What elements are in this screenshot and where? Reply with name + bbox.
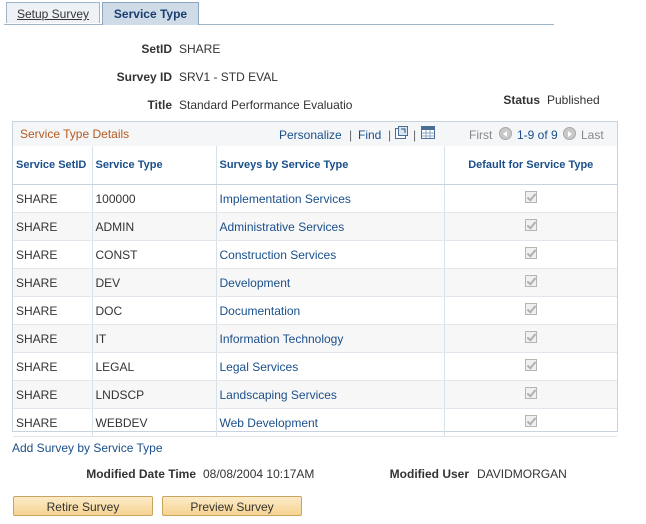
cell-service-type: DEV [92,268,217,297]
view-all-icon[interactable] [395,126,408,139]
tab-setup-survey-label: Setup Survey [16,7,90,21]
default-checkbox [524,275,537,287]
cell-service-type: ADMIN [92,212,217,241]
title-label: Title [147,98,172,112]
service-type-grid: Service Type Details Personalize | Find … [12,121,618,437]
table-row: SHARE LEGAL Legal Services [13,352,617,381]
setid-value: SHARE [179,42,221,56]
find-link[interactable]: Find [358,128,381,142]
default-checkbox [524,415,537,427]
cell-setid: SHARE [13,268,93,297]
survey-link[interactable]: Web Development [220,416,319,430]
survey-link[interactable]: Landscaping Services [220,388,337,402]
cell-service-type: 100000 [92,184,217,213]
previous-row-icon[interactable] [499,127,512,140]
add-survey-by-service-type-link[interactable]: Add Survey by Service Type [12,441,163,455]
status-value: Published [547,93,600,107]
table-header-row: Service SetID Service Type Surveys by Se… [13,146,617,185]
col-default-for-service-type[interactable]: Default for Service Type [444,146,617,185]
survey-link[interactable]: Legal Services [220,360,299,374]
modified-date-label: Modified Date Time [86,467,196,481]
first-label: First [469,128,493,142]
cell-setid: SHARE [13,212,93,241]
col-surveys-by-service-type[interactable]: Surveys by Service Type [216,146,445,185]
cell-service-type: CONST [92,240,217,269]
default-checkbox [524,359,537,371]
tab-setup-survey[interactable]: Setup Survey [6,2,100,23]
default-checkbox [524,387,537,399]
cell-service-type: LEGAL [92,352,217,381]
table-row: SHARE LNDSCP Landscaping Services [13,380,617,409]
tab-service-type-label: Service Type [113,7,188,21]
table-row: SHARE WEBDEV Web Development [13,408,617,437]
table-row: SHARE CONST Construction Services [13,240,617,269]
table-row: SHARE DEV Development [13,268,617,297]
cell-service-type: LNDSCP [92,380,217,409]
table-row: SHARE ADMIN Administrative Services [13,212,617,241]
preview-survey-button[interactable]: Preview Survey [162,496,302,516]
table-row: SHARE IT Information Technology [13,324,617,353]
table-row: SHARE 100000 Implementation Services [13,184,617,213]
default-checkbox [524,331,537,343]
separator: | [388,128,392,142]
survey-link[interactable]: Implementation Services [220,192,351,206]
last-label: Last [581,128,604,142]
title-value: Standard Performance Evaluatio [179,98,353,112]
status-label: Status [503,93,540,107]
tab-bar: Setup Survey Service Type [4,2,554,25]
survey-id-label: Survey ID [116,70,172,84]
grid-title: Service Type Details [20,127,130,141]
service-type-table: Service SetID Service Type Surveys by Se… [13,146,617,437]
separator: | [349,128,353,142]
survey-link[interactable]: Administrative Services [220,220,345,234]
default-checkbox [524,219,537,231]
modified-date-value: 08/08/2004 10:17AM [203,467,315,481]
setid-label: SetID [141,42,172,56]
personalize-link[interactable]: Personalize [279,128,342,142]
cell-setid: SHARE [13,408,93,437]
next-row-icon[interactable] [563,127,576,140]
cell-setid: SHARE [13,296,93,325]
modified-user-value: DAVIDMORGAN [477,467,567,481]
cell-setid: SHARE [13,352,93,381]
col-service-type[interactable]: Service Type [92,146,217,185]
cell-setid: SHARE [13,240,93,269]
cell-setid: SHARE [13,380,93,409]
cell-service-type: DOC [92,296,217,325]
row-range: 1-9 of 9 [517,128,558,142]
default-checkbox [524,247,537,259]
default-checkbox [524,191,537,203]
survey-link[interactable]: Development [220,276,291,290]
cell-service-type: IT [92,324,217,353]
grid-header: Service Type Details Personalize | Find … [13,122,617,147]
survey-link[interactable]: Information Technology [220,332,344,346]
cell-setid: SHARE [13,324,93,353]
separator: | [413,128,417,142]
survey-id-value: SRV1 - STD EVAL [179,70,278,84]
table-row: SHARE DOC Documentation [13,296,617,325]
tab-service-type[interactable]: Service Type [102,2,199,25]
retire-survey-button[interactable]: Retire Survey [13,496,153,516]
download-grid-icon[interactable] [421,126,435,139]
survey-link[interactable]: Documentation [220,304,301,318]
modified-user-label: Modified User [389,467,469,481]
col-service-setid[interactable]: Service SetID [13,146,93,185]
default-checkbox [524,303,537,315]
cell-service-type: WEBDEV [92,408,217,437]
survey-link[interactable]: Construction Services [220,248,337,262]
cell-setid: SHARE [13,184,93,213]
